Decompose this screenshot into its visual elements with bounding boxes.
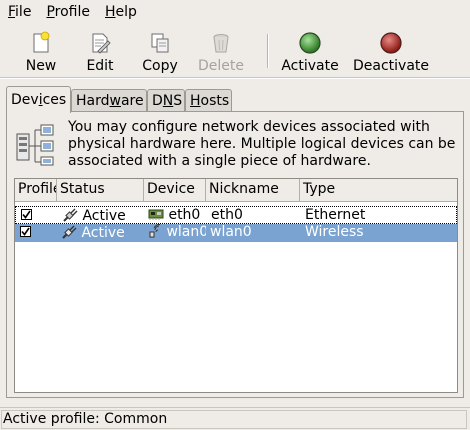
status-profile-text: Active profile: Common	[3, 411, 168, 427]
profile-cell	[16, 207, 57, 223]
nickname-text: wlan0	[210, 224, 252, 240]
column-profile[interactable]: Profile	[15, 179, 57, 201]
new-button[interactable]: New	[17, 26, 65, 76]
edit-label: Edit	[86, 58, 114, 74]
profile-checkbox[interactable]	[21, 209, 32, 220]
copy-label: Copy	[142, 58, 178, 74]
column-type[interactable]: Type	[300, 179, 457, 201]
table-row[interactable]: Active eth0 eth0 Ethernet	[15, 206, 457, 224]
panel-description: You may configure network devices associ…	[68, 119, 456, 169]
connected-plug-icon	[62, 207, 78, 223]
menu-help-label: Help	[105, 4, 137, 20]
status-cell: Active	[57, 224, 144, 242]
column-device[interactable]: Device	[144, 179, 206, 201]
type-text: Wireless	[305, 224, 364, 240]
device-text: eth0	[168, 207, 201, 223]
device-cell: eth0	[144, 207, 206, 223]
type-text: Ethernet	[305, 207, 366, 223]
column-nickname[interactable]: Nickname	[206, 179, 300, 201]
tab-hardware-label: Hardware	[76, 93, 144, 109]
edit-icon	[88, 31, 112, 55]
device-list[interactable]: Profile Status Device Nickname Type	[14, 178, 458, 393]
delete-button[interactable]: Delete	[195, 26, 247, 76]
column-nickname-label: Nickname	[209, 181, 279, 197]
tab-devices-label: Devices	[11, 92, 67, 108]
devices-panel: You may configure network devices associ…	[6, 111, 464, 398]
activate-button[interactable]: Activate	[278, 26, 342, 76]
green-light-icon	[298, 31, 322, 55]
copy-icon	[148, 31, 172, 55]
column-device-label: Device	[147, 181, 195, 197]
status-cell: Active	[57, 207, 144, 223]
toolbar: New Edit Copy Delete Activate Deactivate	[0, 26, 470, 76]
status-text: Active	[82, 208, 126, 223]
toolbar-separator	[267, 34, 269, 68]
tab-dns-label: DNS	[152, 93, 183, 109]
new-label: New	[25, 58, 57, 74]
network-card-icon	[148, 207, 164, 221]
type-cell: Ethernet	[300, 207, 456, 223]
deactivate-button[interactable]: Deactivate	[350, 26, 432, 76]
column-profile-label: Profile	[18, 181, 56, 197]
toolbar-divider	[0, 77, 470, 79]
tab-dns[interactable]: DNS	[147, 89, 185, 111]
column-type-label: Type	[303, 181, 336, 197]
activate-label: Activate	[281, 58, 339, 74]
nickname-cell: eth0	[206, 207, 300, 223]
profile-checkbox[interactable]	[20, 226, 31, 237]
menu-file-label: File	[8, 4, 32, 20]
menu-profile-label: Profile	[46, 4, 90, 20]
menu-file[interactable]: File	[0, 0, 38, 24]
tab-hardware[interactable]: Hardware	[71, 89, 147, 111]
new-file-icon	[29, 31, 53, 55]
delete-trash-icon	[209, 31, 233, 55]
nickname-cell: wlan0	[206, 224, 300, 242]
table-row[interactable]: Active wlan0 wlan0 Wireless	[15, 224, 457, 242]
statusbar: Active profile: Common	[0, 407, 470, 430]
tab-hosts[interactable]: Hosts	[185, 89, 232, 111]
wireless-icon	[148, 224, 162, 238]
network-configuration-window: File Profile Help New Edit Copy Delete A…	[0, 0, 470, 430]
device-text: wlan0	[166, 224, 206, 240]
profile-cell	[15, 224, 57, 242]
menu-profile[interactable]: Profile	[38, 0, 97, 24]
connected-plug-icon	[61, 224, 77, 240]
tab-devices[interactable]: Devices	[6, 86, 71, 113]
red-light-icon	[379, 31, 403, 55]
network-devices-icon	[15, 124, 55, 166]
delete-label: Delete	[198, 58, 244, 74]
copy-button[interactable]: Copy	[136, 26, 184, 76]
tab-hosts-label: Hosts	[190, 93, 230, 109]
device-list-header: Profile Status Device Nickname Type	[15, 179, 457, 202]
menu-help[interactable]: Help	[97, 0, 144, 24]
column-status[interactable]: Status	[57, 179, 144, 201]
edit-button[interactable]: Edit	[76, 26, 124, 76]
menubar: File Profile Help	[0, 0, 470, 24]
nickname-text: eth0	[211, 207, 243, 223]
type-cell: Wireless	[300, 224, 457, 242]
status-text: Active	[81, 225, 125, 241]
device-cell: wlan0	[144, 224, 206, 242]
deactivate-label: Deactivate	[352, 58, 429, 74]
column-status-label: Status	[60, 181, 105, 197]
